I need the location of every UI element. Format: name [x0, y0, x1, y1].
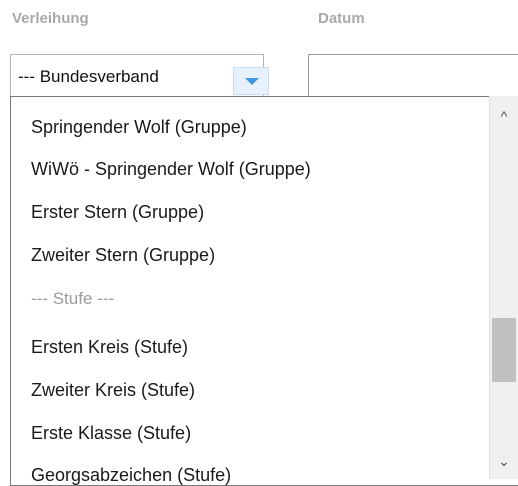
scroll-up-icon[interactable]: ^ [490, 102, 518, 130]
option-erste-klasse[interactable]: Erste Klasse (Stufe) [31, 423, 191, 444]
datum-header: Datum [318, 10, 365, 27]
option-erster-stern[interactable]: Erster Stern (Gruppe) [31, 202, 204, 223]
datum-input[interactable] [308, 54, 518, 100]
dropdown-scrollbar[interactable]: ^ ⌄ [489, 96, 518, 479]
select-value: --- Bundesverband [18, 67, 159, 86]
dropdown-list[interactable]: Springender Wolf (Gruppe) WiWö - Springe… [10, 96, 518, 486]
option-zweiter-stern[interactable]: Zweiter Stern (Gruppe) [31, 245, 215, 266]
optgroup-stufe: --- Stufe --- [31, 289, 115, 308]
option-georgsabzeichen[interactable]: Georgsabzeichen (Stufe) [31, 465, 231, 485]
option-zweiter-kreis[interactable]: Zweiter Kreis (Stufe) [31, 380, 195, 401]
verleihung-select[interactable]: --- Bundesverband [10, 54, 269, 96]
scroll-thumb[interactable] [492, 318, 516, 382]
option-wiwo-springender-wolf[interactable]: WiWö - Springender Wolf (Gruppe) [31, 159, 311, 180]
chevron-down-icon[interactable] [233, 67, 269, 95]
option-ersten-kreis[interactable]: Ersten Kreis (Stufe) [31, 337, 188, 358]
scroll-down-icon[interactable]: ⌄ [490, 447, 518, 475]
option-springender-wolf[interactable]: Springender Wolf (Gruppe) [31, 117, 247, 138]
verleihung-header: Verleihung [12, 10, 89, 27]
